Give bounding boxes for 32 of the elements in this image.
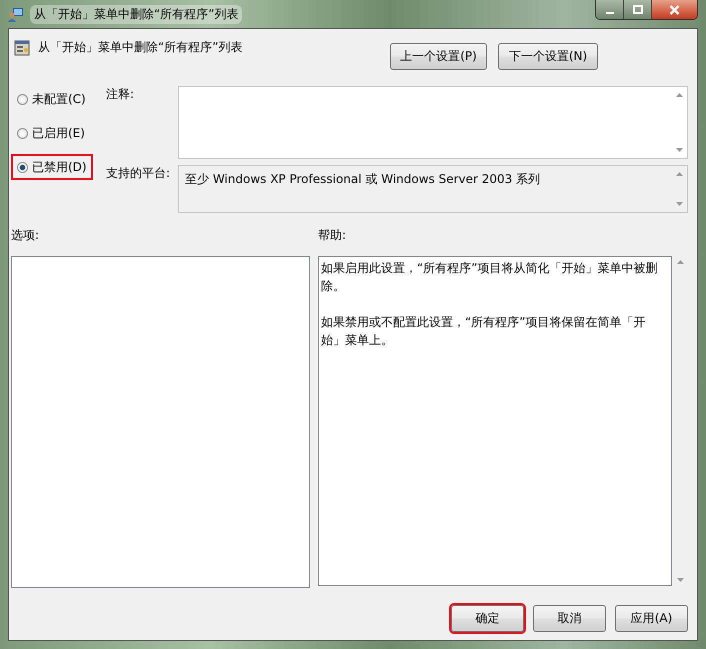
platform-label: 支持的平台:	[106, 165, 172, 182]
radio-option[interactable]: 未配置(C)	[11, 86, 92, 112]
scroll-up-icon[interactable]	[676, 93, 682, 97]
policy-icon	[14, 40, 30, 56]
scroll-down-icon[interactable]	[676, 148, 682, 152]
policy-title: 从「开始」菜单中删除“所有程序”列表	[38, 39, 242, 56]
nav-button[interactable]: 上一个设置(P)	[390, 43, 487, 70]
maximize-button[interactable]	[624, 0, 652, 19]
scroll-down-icon[interactable]	[676, 202, 682, 206]
computer-user-icon	[8, 6, 24, 22]
window-title: 从「开始」菜单中删除“所有程序”列表	[30, 4, 242, 24]
close-button[interactable]	[652, 0, 697, 19]
platform-text: 至少 Windows XP Professional 或 Windows Server 2003 系列	[184, 171, 542, 188]
minimize-icon	[606, 12, 614, 14]
comment-label: 注释:	[106, 86, 136, 103]
help-paragraph: 如果禁用或不配置此设置，“所有程序”项目将保留在简单「开始」菜单上。	[321, 314, 646, 349]
radio-option[interactable]: 已启用(E)	[11, 120, 91, 146]
comment-field[interactable]	[178, 86, 688, 159]
radio-option[interactable]: 已禁用(D)	[11, 154, 93, 180]
minimize-button[interactable]	[596, 0, 624, 19]
close-icon	[669, 4, 680, 14]
scroll-up-icon[interactable]	[676, 260, 684, 264]
nav-button[interactable]: 下一个设置(N)	[498, 43, 598, 70]
maximize-icon	[632, 4, 642, 14]
dialog-button[interactable]: 应用(A)	[615, 605, 688, 632]
scroll-down-icon[interactable]	[676, 578, 684, 582]
dialog-button[interactable]: 取消	[533, 605, 606, 632]
help-label: 帮助:	[318, 227, 348, 244]
dialog-button[interactable]: 确定	[451, 605, 524, 632]
help-paragraph: 如果启用此设置，“所有程序”项目将从简化「开始」菜单中被删除。	[321, 260, 658, 295]
options-label: 选项:	[11, 227, 40, 244]
scroll-up-icon[interactable]	[676, 172, 682, 176]
